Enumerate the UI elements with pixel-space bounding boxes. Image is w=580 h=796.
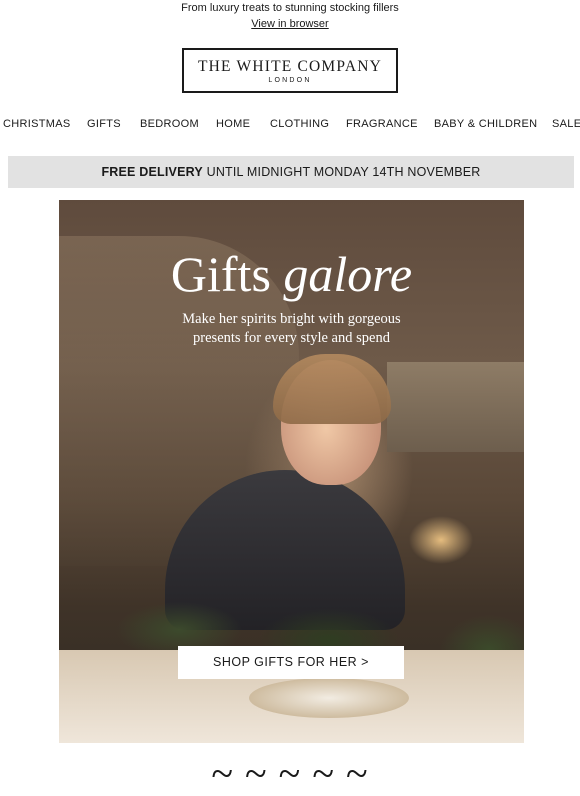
banner-bold-text: FREE DELIVERY [101,165,203,179]
banner-text: UNTIL MIDNIGHT MONDAY 14TH NOVEMBER [202,165,481,179]
hero-title-italic: galore [283,246,413,302]
hero-plate [249,678,409,718]
delivery-banner[interactable]: FREE DELIVERY UNTIL MIDNIGHT MONDAY 14TH… [8,156,574,188]
hero-subtitle: Make her spirits bright with gorgeous pr… [59,310,524,348]
logo-city: LONDON [268,77,312,84]
nav-item-bedroom[interactable]: BEDROOM [140,118,199,130]
next-section-heading-peek: ~ ~ ~ ~ ~ [211,751,369,796]
nav-item-gifts[interactable]: GIFTS [87,118,121,130]
hero-subtitle-line-2: presents for every style and spend [193,330,390,346]
nav-item-fragrance[interactable]: FRAGRANCE [346,118,418,130]
shop-gifts-for-her-button[interactable]: SHOP GIFTS FOR HER > [178,646,404,679]
main-nav: CHRISTMAS GIFTS BEDROOM HOME CLOTHING FR… [0,118,580,132]
nav-item-baby-children[interactable]: BABY & CHILDREN [434,118,537,130]
nav-item-sale[interactable]: SALE [552,118,580,130]
nav-item-home[interactable]: HOME [216,118,250,130]
nav-item-christmas[interactable]: CHRISTMAS [3,118,70,130]
preheader-text: From luxury treats to stunning stocking … [181,2,399,14]
hero-subtitle-line-1: Make her spirits bright with gorgeous [182,311,401,327]
logo-brand-name: THE WHITE COMPANY [197,58,382,75]
nav-item-clothing[interactable]: CLOTHING [270,118,329,130]
hero-image[interactable]: Gifts galore Make her spirits bright wit… [59,200,524,743]
preheader: From luxury treats to stunning stocking … [0,0,580,31]
hero-title-plain: Gifts [170,246,284,302]
hero-mantelpiece [387,362,524,452]
hero-title: Gifts galore [59,246,524,302]
brand-logo[interactable]: THE WHITE COMPANY LONDON [182,48,398,93]
view-in-browser-link[interactable]: View in browser [251,17,328,31]
